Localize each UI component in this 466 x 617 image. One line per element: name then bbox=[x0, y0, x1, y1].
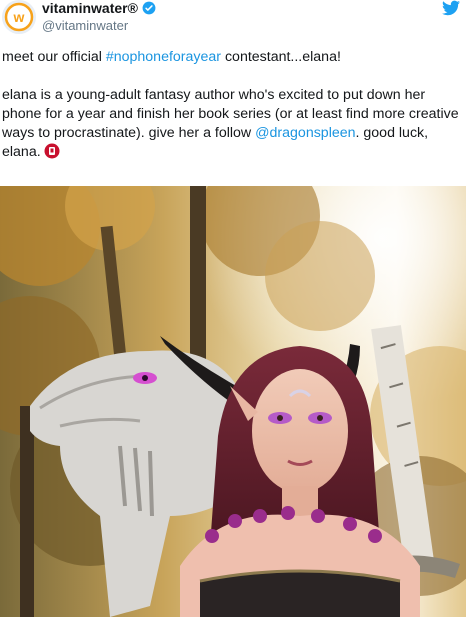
display-name[interactable]: vitaminwater® bbox=[42, 0, 138, 16]
vitaminwater-emoji-icon bbox=[44, 143, 60, 159]
mention-link[interactable]: @dragonspleen bbox=[255, 125, 355, 141]
profile-avatar[interactable]: w bbox=[2, 0, 36, 34]
vitaminwater-logo-icon: w bbox=[2, 0, 36, 34]
display-name-row[interactable]: vitaminwater® bbox=[42, 0, 156, 16]
tweet-photo[interactable] bbox=[0, 186, 466, 617]
tweet-header: w vitaminwater® @vitaminwater bbox=[0, 0, 466, 40]
user-handle[interactable]: @vitaminwater bbox=[42, 18, 128, 34]
tweet-text: meet our official #nophoneforayear conte… bbox=[0, 48, 466, 162]
verified-badge-icon bbox=[142, 1, 156, 15]
intro-text-end: contestant...elana! bbox=[221, 49, 341, 65]
twitter-bird-icon[interactable] bbox=[442, 0, 460, 16]
hashtag-link[interactable]: #nophoneforayear bbox=[106, 49, 221, 65]
cosplay-photo-illustration bbox=[0, 186, 466, 617]
tweet-body: elana is a young-adult fantasy author wh… bbox=[2, 86, 466, 162]
intro-text: meet our official bbox=[2, 49, 106, 65]
svg-text:w: w bbox=[13, 9, 25, 25]
tweet-intro-line: meet our official #nophoneforayear conte… bbox=[2, 48, 466, 67]
